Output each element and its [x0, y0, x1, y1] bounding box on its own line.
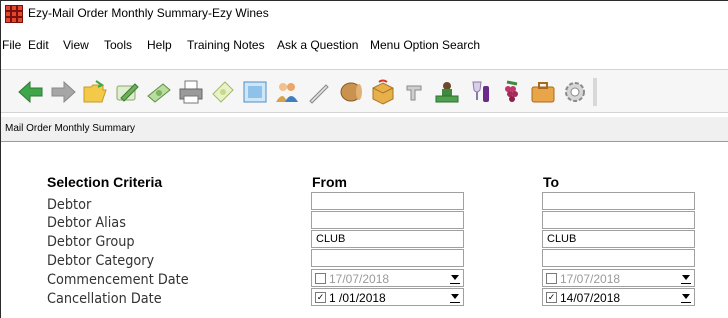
chevron-down-icon[interactable] [682, 294, 690, 299]
dropdown-underline [450, 283, 460, 284]
menu-view[interactable]: View [63, 38, 89, 52]
from-heading: From [312, 174, 347, 190]
pen-icon[interactable] [113, 78, 141, 106]
from-debtor-alias-input[interactable] [311, 211, 464, 229]
cancellation-date-label: Cancellation Date [47, 291, 162, 307]
desk-icon[interactable] [433, 78, 461, 106]
from-cancellation-date-picker[interactable]: ✓ 1 /01/2018 [311, 288, 464, 306]
cash-icon[interactable] [209, 78, 237, 106]
menu-file[interactable]: File [2, 38, 21, 52]
selection-form: Selection Criteria From To Debtor Debtor… [1, 143, 728, 318]
gear-icon[interactable] [561, 78, 589, 106]
menu-option-search[interactable]: Menu Option Search [370, 38, 480, 52]
to-debtor-input[interactable] [542, 192, 695, 210]
title-bar: Ezy-Mail Order Monthly Summary-Ezy Wines [1, 1, 728, 27]
box-icon[interactable] [369, 78, 397, 106]
menu-bar: File Edit View Tools Help Training Notes… [1, 38, 728, 58]
to-cancellation-date-checkbox[interactable]: ✓ [546, 292, 557, 303]
to-commencement-date-checkbox[interactable] [546, 273, 557, 284]
back-arrow-icon[interactable] [17, 78, 45, 106]
to-debtor-group-input[interactable]: CLUB [542, 230, 695, 248]
from-cancellation-date-value: 1 /01/2018 [329, 291, 386, 305]
menu-edit[interactable]: Edit [28, 38, 49, 52]
people-icon[interactable] [273, 78, 301, 106]
toolbar [1, 69, 728, 113]
to-commencement-date-value: 17/07/2018 [560, 272, 621, 286]
from-commencement-date-value: 17/07/2018 [329, 272, 390, 286]
chevron-down-icon[interactable] [451, 294, 459, 299]
debtor-category-label: Debtor Category [47, 253, 155, 269]
open-folder-icon[interactable] [81, 78, 109, 106]
to-debtor-alias-input[interactable] [542, 211, 695, 229]
calendar-icon[interactable] [241, 78, 269, 106]
debtor-group-label: Debtor Group [47, 234, 135, 250]
to-commencement-date-picker[interactable]: 17/07/2018 [542, 269, 695, 287]
wine-glass-icon[interactable] [465, 78, 493, 106]
app-grid-icon [5, 5, 23, 23]
faucet-icon[interactable] [401, 78, 429, 106]
debtor-label: Debtor [47, 197, 92, 213]
pencil-icon[interactable] [305, 78, 333, 106]
printer-icon[interactable] [177, 78, 205, 106]
money-icon[interactable] [145, 78, 173, 106]
to-heading: To [543, 174, 560, 190]
from-debtor-input[interactable] [311, 192, 464, 210]
from-debtor-category-input[interactable] [311, 249, 464, 267]
briefcase-icon[interactable] [529, 78, 557, 106]
dropdown-underline [450, 302, 460, 303]
panel-header: Mail Order Monthly Summary [1, 117, 728, 142]
window-title: Ezy-Mail Order Monthly Summary-Ezy Wines [28, 6, 269, 20]
chevron-down-icon[interactable] [451, 275, 459, 280]
from-commencement-date-checkbox[interactable] [315, 273, 326, 284]
toolbar-overflow-edge [593, 78, 597, 106]
to-cancellation-date-picker[interactable]: ✓ 14/07/2018 [542, 288, 695, 306]
chevron-down-icon[interactable] [682, 275, 690, 280]
forward-arrow-icon[interactable] [49, 78, 77, 106]
from-debtor-group-input[interactable]: CLUB [311, 230, 464, 248]
menu-training-notes[interactable]: Training Notes [187, 38, 265, 52]
selection-criteria-heading: Selection Criteria [47, 174, 163, 190]
menu-help[interactable]: Help [147, 38, 172, 52]
from-cancellation-date-checkbox[interactable]: ✓ [315, 292, 326, 303]
from-commencement-date-picker[interactable]: 17/07/2018 [311, 269, 464, 287]
debtor-alias-label: Debtor Alias [47, 215, 126, 231]
to-debtor-category-input[interactable] [542, 249, 695, 267]
to-cancellation-date-value: 14/07/2018 [560, 291, 621, 305]
panel-title: Mail Order Monthly Summary [5, 123, 136, 134]
menu-tools[interactable]: Tools [104, 38, 132, 52]
commencement-date-label: Commencement Date [47, 272, 189, 288]
app-window: Ezy-Mail Order Monthly Summary-Ezy Wines… [0, 0, 728, 318]
grapes-icon[interactable] [497, 78, 525, 106]
menu-ask-a-question[interactable]: Ask a Question [277, 38, 358, 52]
dropdown-underline [681, 302, 691, 303]
barrel-icon[interactable] [337, 78, 365, 106]
dropdown-underline [681, 283, 691, 284]
